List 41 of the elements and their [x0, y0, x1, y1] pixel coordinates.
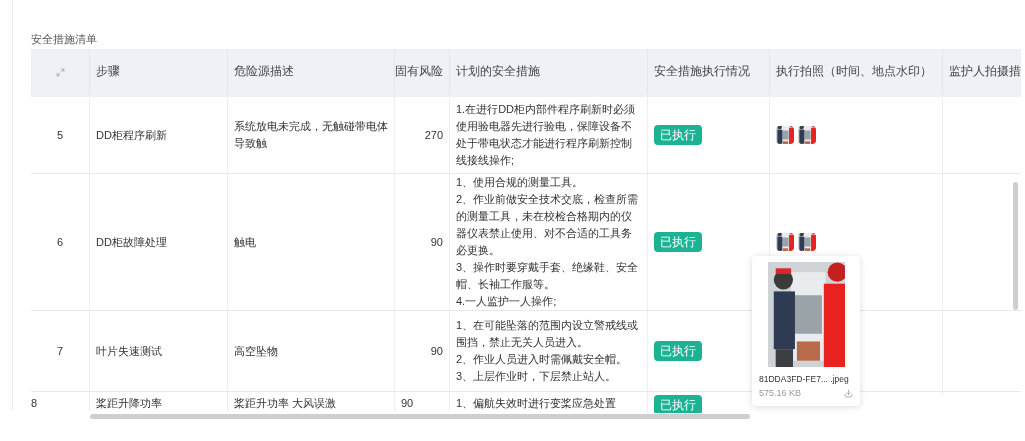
risk-cell-text: 270 [424, 127, 443, 143]
measure-text: 4.一人监护一人操作; [456, 294, 558, 309]
row-index: 7 [56, 343, 64, 359]
hazard-cell-text: 桨距升功率 大风误激 [234, 396, 337, 411]
column-header: 计划的安全措施 [456, 64, 540, 80]
step-cell-text: 叶片失速测试 [96, 343, 162, 359]
measure-text: 2、作业前做安全技术交底，检查所需的测量工具，未在校检合格期内的仪器仪表禁止使用、对不合适的工具务必更换。 [456, 192, 640, 258]
hazard-cell-text: 高空坠物 [234, 343, 278, 359]
measure-text: 1.在进行DD柜内部件程序刷新时必须使用验电器先进行验电，保障设备不处于带电状态才能进行程序刷新控制线接线操作; [456, 102, 637, 168]
status-tag: 已执行 [654, 395, 702, 413]
scrollbar[interactable] [90, 414, 750, 419]
hazard-cell-text: 系统放电未完成，无触碰带电体导致触 [234, 119, 388, 151]
measure-text: 1、在可能坠落的范围内设立警戒线或围挡，禁止无关人员进入。 [456, 318, 640, 350]
step-cell-text: 桨距升降功率 [96, 396, 162, 411]
column-header: 执行拍照（时间、地点水印） [776, 64, 932, 80]
step-cell-text: DD柜故障处理 [96, 234, 167, 250]
file-name: 81DDA3FD-FE7... .jpeg [759, 373, 850, 385]
row-index: 5 [56, 127, 64, 143]
measure-text: 2、作业人员进入时需佩戴安全帽。 [456, 352, 629, 367]
status-tag: 已执行 [654, 125, 702, 145]
row-index: 6 [56, 234, 64, 250]
risk-cell-text: 90 [430, 343, 443, 359]
measure-text: 3、操作时要穿戴手套、绝缘鞋、安全帽、长袖工作服等。 [456, 260, 640, 292]
status-tag: 已执行 [654, 232, 702, 252]
column-header: 监护人拍摄措 [949, 64, 1021, 80]
measure-text: 3、上层作业时，下层禁止站人。 [456, 369, 618, 384]
column-header: 危险源描述 [234, 64, 294, 80]
step-cell-text: DD柜程序刷新 [96, 127, 167, 143]
row-index: 8 [31, 396, 38, 411]
section-title: 安全措施清单 [31, 32, 98, 47]
column-header: 固有风险 [395, 64, 443, 80]
file-size: 575.16 KB [759, 387, 802, 400]
risk-cell-text: 90 [401, 396, 414, 411]
column-header: 步骤 [96, 64, 120, 80]
risk-cell-text: 90 [430, 234, 443, 250]
measure-text: 1、使用合规的测量工具。 [456, 175, 585, 190]
scrollbar[interactable] [1013, 182, 1018, 310]
column-header: 安全措施执行情况 [654, 64, 750, 80]
status-tag: 已执行 [654, 341, 702, 361]
hazard-cell-text: 触电 [234, 234, 256, 250]
measure-text: 1、偏航失效时进行变桨应急处置 [456, 396, 617, 411]
